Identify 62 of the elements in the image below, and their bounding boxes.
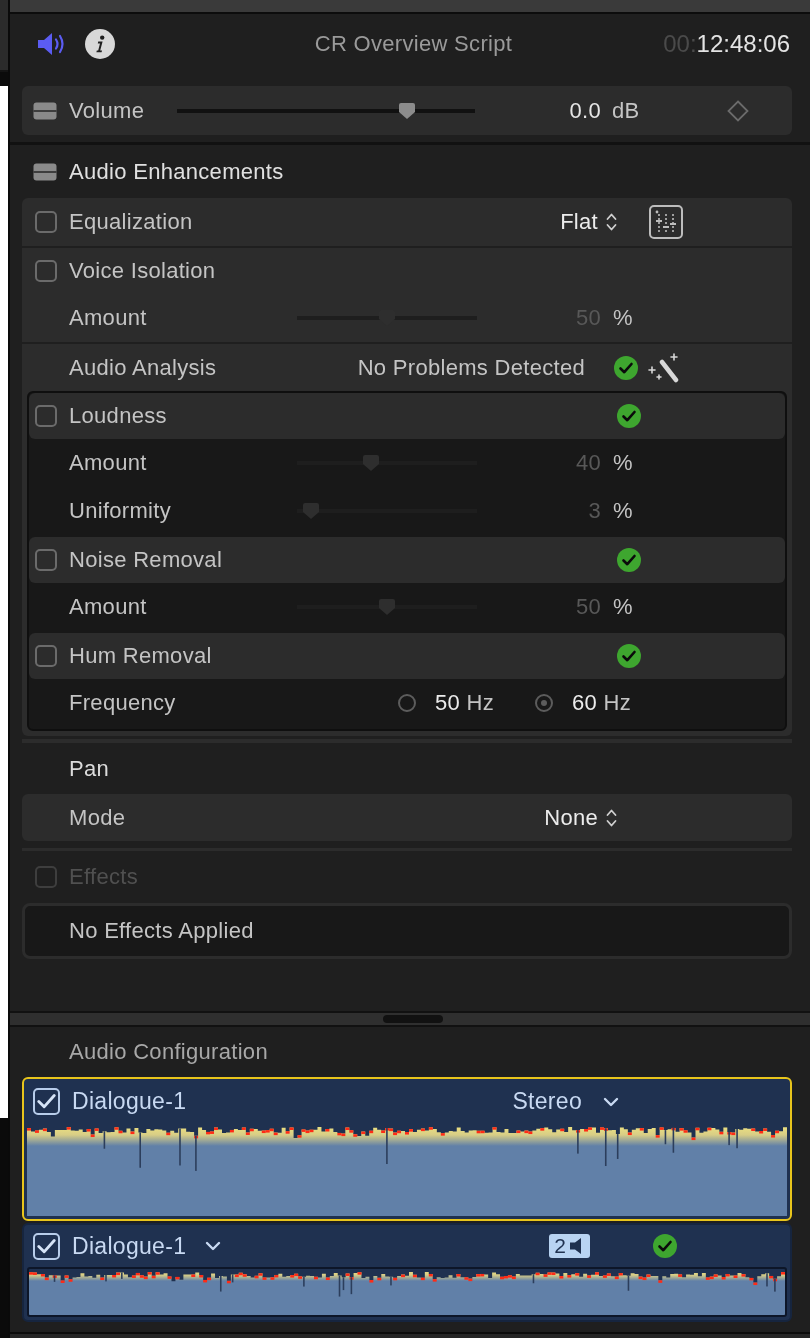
checkbox[interactable]: [35, 260, 57, 282]
option-label: Equalization: [69, 209, 194, 235]
unit-label: %: [613, 594, 633, 620]
checkmark-icon: [37, 1093, 56, 1110]
volume-label: Volume: [69, 97, 146, 124]
option-label: Noise Removal: [69, 547, 224, 573]
radio-button[interactable]: [535, 694, 553, 712]
radio-label: 50 Hz: [435, 690, 494, 716]
unit-label: %: [613, 498, 633, 524]
audio-tab[interactable]: [37, 31, 67, 57]
option-label: Voice Isolation: [69, 258, 216, 284]
checkbox[interactable]: [35, 211, 57, 233]
channel-format[interactable]: Stereo: [512, 1088, 582, 1115]
option-label: Mode: [69, 804, 127, 831]
empty-effects-message: No Effects Applied: [22, 903, 792, 959]
parameter-label: Uniformity: [69, 498, 172, 524]
parameter-label: Amount: [69, 305, 148, 331]
chevron-down-icon[interactable]: [205, 1241, 222, 1251]
parameter-value: 50: [574, 594, 601, 620]
section-title: Audio Configuration: [69, 1039, 268, 1065]
parameter-label: Amount: [69, 594, 148, 620]
parameter-value: 3: [587, 498, 601, 524]
component-name: Dialogue-1: [72, 1232, 187, 1260]
unit-label: %: [613, 450, 633, 476]
audio-component-card[interactable]: Dialogue-1 2: [22, 1223, 792, 1322]
keyframe-diamond-icon[interactable]: [727, 99, 749, 122]
channel-count: 2: [554, 1234, 566, 1258]
info-icon: [85, 29, 115, 59]
audio-component-card[interactable]: Dialogue-1 Stereo: [22, 1077, 792, 1221]
checkbox[interactable]: [35, 645, 57, 667]
component-name: Dialogue-1: [72, 1088, 187, 1115]
section-title: Pan: [69, 755, 110, 782]
chevron-down-icon[interactable]: [603, 1096, 619, 1107]
speaker-icon: [37, 31, 67, 57]
info-tab[interactable]: [85, 29, 115, 59]
preset-popup[interactable]: Flat: [560, 209, 598, 235]
parameter-label: Amount: [69, 450, 148, 476]
up-down-chevron-icon[interactable]: [606, 212, 617, 232]
magic-wand-icon[interactable]: [648, 352, 680, 383]
option-label: Hum Removal: [69, 643, 213, 669]
split-rectangle-icon[interactable]: [33, 162, 57, 181]
option-label: Loudness: [69, 403, 168, 429]
checkbox[interactable]: [35, 549, 57, 571]
checkbox[interactable]: [35, 405, 57, 427]
unit-label: dB: [612, 97, 640, 124]
radio-button[interactable]: [398, 694, 416, 712]
split-rectangle-icon[interactable]: [33, 101, 57, 120]
resize-handle[interactable]: [383, 1015, 443, 1023]
slider-thumb[interactable]: [398, 101, 417, 120]
parameter-label: Frequency: [69, 690, 177, 716]
up-down-chevron-icon[interactable]: [606, 807, 617, 828]
parameter-value: 40: [574, 450, 601, 476]
radio-label: 60 Hz: [572, 690, 631, 716]
equalizer-icon[interactable]: [649, 205, 683, 239]
section-title: Audio Enhancements: [69, 158, 284, 185]
option-label: Audio Analysis: [69, 354, 218, 381]
analysis-status: No Problems Detected: [357, 354, 585, 381]
unit-label: %: [613, 305, 633, 331]
mode-popup[interactable]: None: [544, 804, 598, 831]
volume-value: 0.0: [568, 97, 601, 124]
checkmark-icon: [37, 1237, 56, 1255]
clip-title: CR Overview Script: [314, 31, 513, 57]
